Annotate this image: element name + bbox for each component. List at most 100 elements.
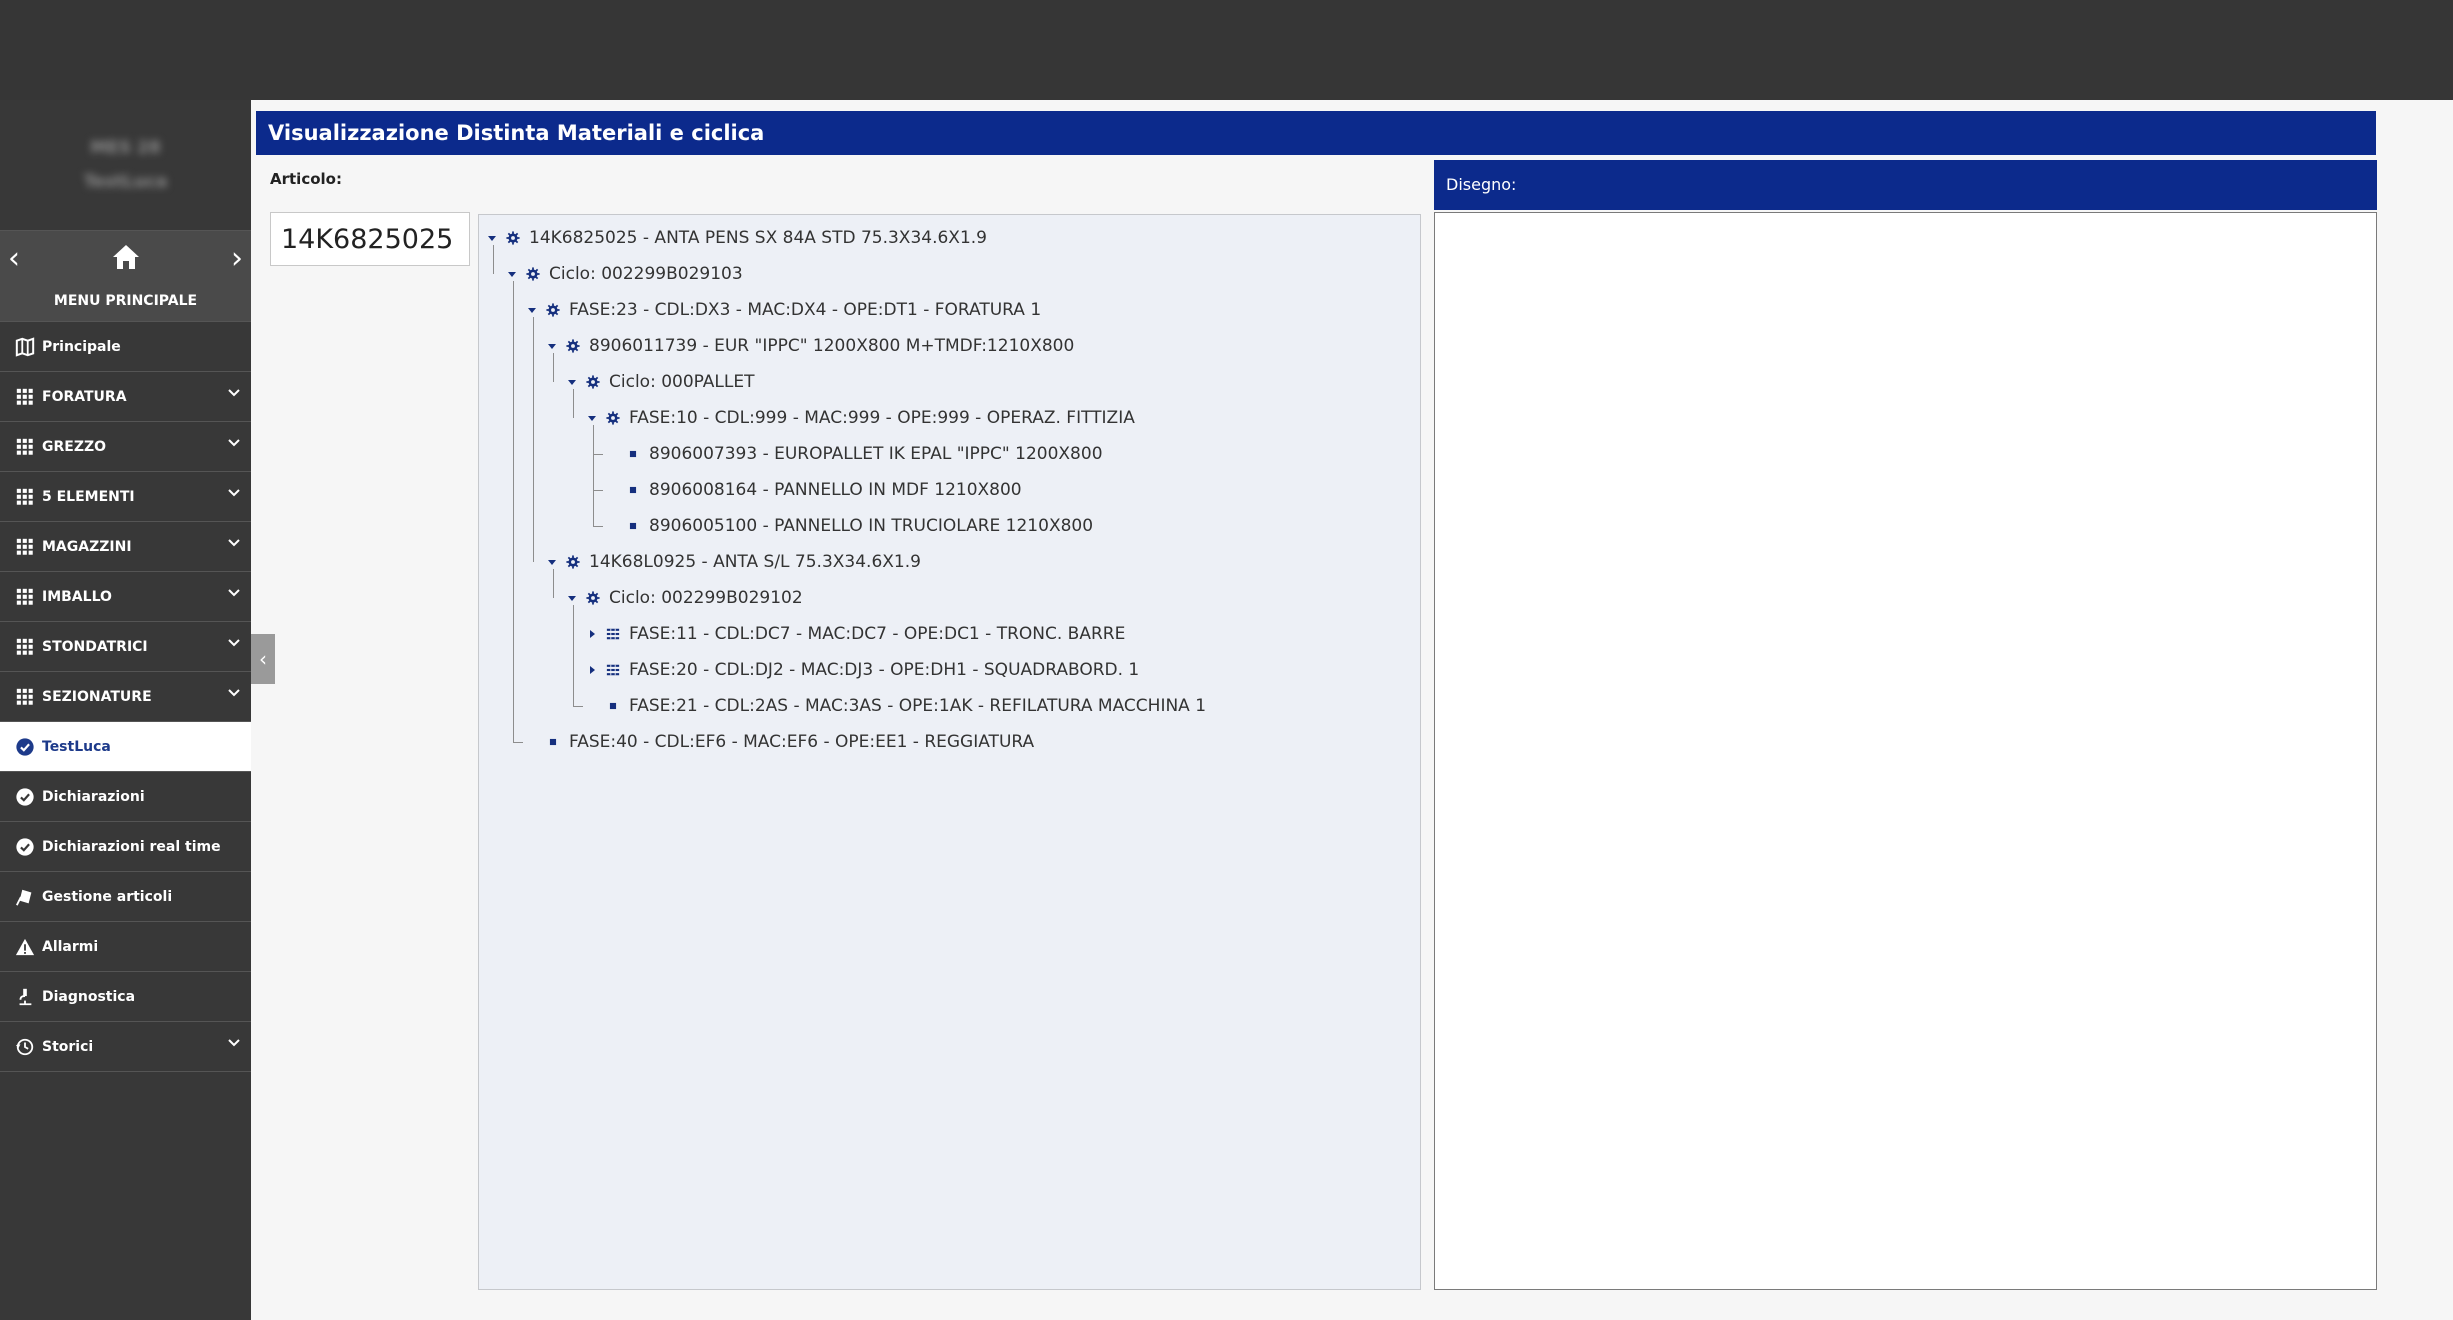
tree-connector <box>553 569 554 598</box>
user-name: MES 28 <box>90 138 161 158</box>
sidebar-item-allarmi[interactable]: Allarmi <box>0 922 251 972</box>
page-title: Visualizzazione Distinta Materiali e cic… <box>256 111 2376 155</box>
caret-down-icon[interactable] <box>545 339 559 353</box>
tree-node[interactable]: 14K6825025 - ANTA PENS SX 84A STD 75.3X3… <box>485 223 987 253</box>
sidebar-item-label: STONDATRICI <box>42 638 148 655</box>
history-icon <box>14 1036 36 1058</box>
square-icon <box>605 698 621 714</box>
sidebar-item-dichiarazioni-real-time[interactable]: Dichiarazioni real time <box>0 822 251 872</box>
check-badge-icon <box>14 736 36 758</box>
sidebar-item-5-elementi[interactable]: 5 ELEMENTI <box>0 472 251 522</box>
sidebar-item-label: SEZIONATURE <box>42 688 152 705</box>
tree-node[interactable]: Ciclo: 002299B029103 <box>505 259 743 289</box>
chevron-left-icon[interactable]: ‹ <box>8 241 20 276</box>
caret-down-icon[interactable] <box>585 411 599 425</box>
sidebar-item-principale[interactable]: Principale <box>0 322 251 372</box>
sidebar-item-label: 5 ELEMENTI <box>42 488 135 505</box>
tree-connector <box>553 353 554 382</box>
sidebar-item-label: IMBALLO <box>42 588 112 605</box>
sidebar-item-gestione-articoli[interactable]: Gestione articoli <box>0 872 251 922</box>
caret-down-icon[interactable] <box>505 267 519 281</box>
sidebar-item-grezzo[interactable]: GREZZO <box>0 422 251 472</box>
chevron-right-icon[interactable]: › <box>231 241 243 276</box>
caret-down-icon[interactable] <box>565 375 579 389</box>
square-icon <box>545 734 561 750</box>
tree-node[interactable]: 8906007393 - EUROPALLET IK EPAL "IPPC" 1… <box>605 439 1103 469</box>
gear-icon <box>565 338 581 354</box>
sidebar-item-stondatrici[interactable]: STONDATRICI <box>0 622 251 672</box>
sidebar-item-magazzini[interactable]: MAGAZZINI <box>0 522 251 572</box>
tree-node-label: FASE:20 - CDL:DJ2 - MAC:DJ3 - OPE:DH1 - … <box>629 660 1140 680</box>
sidebar-item-storici[interactable]: Storici <box>0 1022 251 1072</box>
caret-right-icon[interactable] <box>585 663 599 677</box>
tree-node[interactable]: FASE:23 - CDL:DX3 - MAC:DX4 - OPE:DT1 - … <box>525 295 1041 325</box>
tree-node[interactable]: Ciclo: 000PALLET <box>565 367 755 397</box>
chevron-down-icon <box>227 486 241 500</box>
list-icon <box>605 626 621 642</box>
articolo-input[interactable] <box>270 212 470 266</box>
caret-right-icon[interactable] <box>585 627 599 641</box>
sidebar-collapse-button[interactable]: ‹ <box>251 634 275 684</box>
tree-node-label: 14K6825025 - ANTA PENS SX 84A STD 75.3X3… <box>529 228 987 248</box>
drawing-area <box>1434 212 2377 1290</box>
tree-node[interactable]: 8906008164 - PANNELLO IN MDF 1210X800 <box>605 475 1022 505</box>
sidebar-item-label: TestLuca <box>42 738 111 755</box>
tree-node[interactable]: FASE:10 - CDL:999 - MAC:999 - OPE:999 - … <box>585 403 1135 433</box>
tree-connector <box>593 526 603 527</box>
grid-icon <box>14 486 36 508</box>
chevron-down-icon <box>227 686 241 700</box>
sidebar-item-label: Gestione articoli <box>42 888 173 905</box>
tree-node[interactable]: Ciclo: 002299B029102 <box>565 583 803 613</box>
sidebar-item-label: FORATURA <box>42 388 127 405</box>
home-icon[interactable] <box>111 243 141 271</box>
sidebar-item-dichiarazioni[interactable]: Dichiarazioni <box>0 772 251 822</box>
sidebar-item-testluca[interactable]: TestLuca <box>0 722 251 772</box>
tree-node[interactable]: FASE:21 - CDL:2AS - MAC:3AS - OPE:1AK - … <box>585 691 1206 721</box>
tree-node[interactable]: FASE:11 - CDL:DC7 - MAC:DC7 - OPE:DC1 - … <box>585 619 1125 649</box>
sidebar-item-label: MAGAZZINI <box>42 538 132 555</box>
tree-node[interactable]: 14K68L0925 - ANTA S/L 75.3X34.6X1.9 <box>545 547 921 577</box>
grid-icon <box>14 436 36 458</box>
tree-node[interactable]: FASE:40 - CDL:EF6 - MAC:EF6 - OPE:EE1 - … <box>525 727 1034 757</box>
hand-box-icon <box>14 886 36 908</box>
grid-icon <box>14 586 36 608</box>
bom-tree: 14K6825025 - ANTA PENS SX 84A STD 75.3X3… <box>478 214 1421 1290</box>
tree-connector <box>533 317 534 562</box>
tree-connector <box>493 245 494 274</box>
grid-icon <box>14 386 36 408</box>
caret-down-icon[interactable] <box>485 231 499 245</box>
tree-node-label: FASE:40 - CDL:EF6 - MAC:EF6 - OPE:EE1 - … <box>569 732 1035 752</box>
sidebar-item-diagnostica[interactable]: Diagnostica <box>0 972 251 1022</box>
sidebar-item-label: Diagnostica <box>42 988 136 1005</box>
tree-node[interactable]: FASE:20 - CDL:DJ2 - MAC:DJ3 - OPE:DH1 - … <box>585 655 1139 685</box>
tree-node-label: FASE:21 - CDL:2AS - MAC:3AS - OPE:1AK - … <box>629 696 1207 716</box>
grid-icon <box>14 636 36 658</box>
drawing-header: Disegno: <box>1434 160 2377 210</box>
square-icon <box>625 446 641 462</box>
chevron-down-icon <box>227 436 241 450</box>
tree-node-label: Ciclo: 002299B029103 <box>549 264 743 284</box>
chevron-down-icon <box>227 386 241 400</box>
square-icon <box>625 482 641 498</box>
sidebar-item-imballo[interactable]: IMBALLO <box>0 572 251 622</box>
caret-down-icon[interactable] <box>565 591 579 605</box>
caret-down-icon[interactable] <box>525 303 539 317</box>
tree-node[interactable]: 8906011739 - EUR "IPPC" 1200X800 M+TMDF:… <box>545 331 1074 361</box>
tree-connector <box>513 742 523 743</box>
microscope-icon <box>14 986 36 1008</box>
tree-connector <box>593 454 603 455</box>
tree-connector <box>573 389 574 418</box>
sidebar-item-label: Dichiarazioni real time <box>42 838 221 855</box>
sidebar-item-foratura[interactable]: FORATURA <box>0 372 251 422</box>
caret-down-icon[interactable] <box>545 555 559 569</box>
top-bar <box>0 0 2453 100</box>
sidebar-item-sezionature[interactable]: SEZIONATURE <box>0 672 251 722</box>
tree-node[interactable]: 8906005100 - PANNELLO IN TRUCIOLARE 1210… <box>605 511 1093 541</box>
chevron-down-icon <box>227 1036 241 1050</box>
tree-node-label: 8906011739 - EUR "IPPC" 1200X800 M+TMDF:… <box>589 336 1075 356</box>
sidebar-item-label: Dichiarazioni <box>42 788 145 805</box>
articolo-label: Articolo: <box>270 170 342 188</box>
main-menu-label[interactable]: MENU PRINCIPALE <box>0 293 251 309</box>
